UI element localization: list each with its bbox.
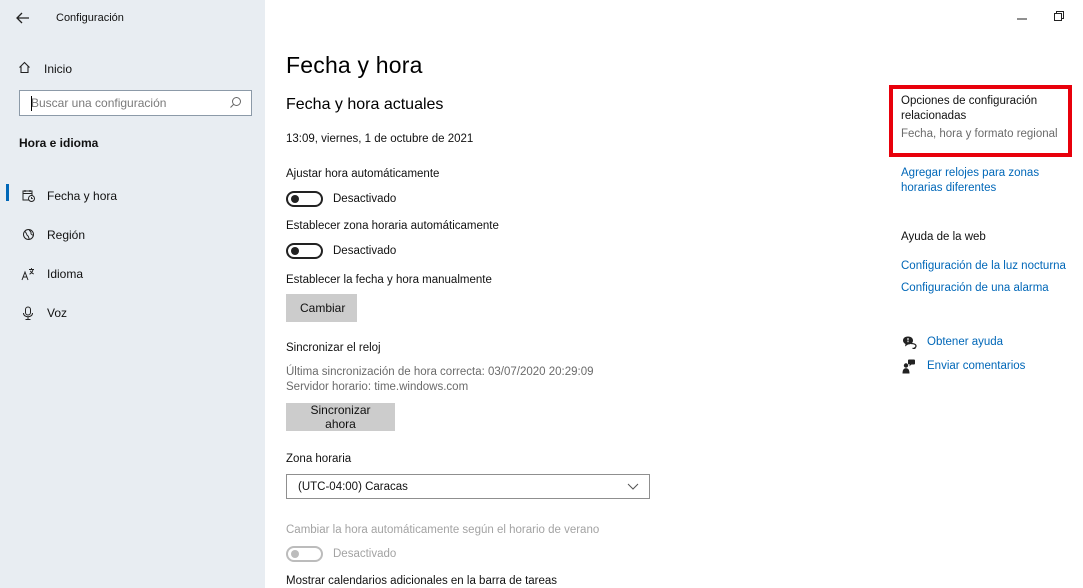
- timezone-label: Zona horaria: [286, 453, 352, 465]
- web-help-heading: Ayuda de la web: [901, 231, 986, 243]
- auto-timezone-state: Desactivado: [333, 245, 397, 257]
- auto-timezone-toggle[interactable]: [286, 243, 323, 259]
- auto-time-toggle[interactable]: [286, 191, 323, 207]
- dst-state: Desactivado: [333, 548, 397, 560]
- related-settings-heading: Opciones de configuración relacionadas: [901, 95, 1038, 122]
- feedback-row[interactable]: Enviar comentarios: [901, 358, 1025, 374]
- restore-icon[interactable]: [1053, 10, 1065, 25]
- auto-time-label: Ajustar hora automáticamente: [286, 168, 440, 180]
- add-clocks-link[interactable]: Agregar relojes para zonas horarias dife…: [901, 166, 1081, 196]
- text-caret: [31, 96, 32, 111]
- feedback-person-icon: [901, 358, 917, 374]
- get-help-link[interactable]: Obtener ayuda: [927, 336, 1003, 348]
- sidebar-item-label: Fecha y hora: [47, 188, 118, 203]
- auto-timezone-toggle-row: Desactivado: [286, 243, 396, 259]
- auto-time-toggle-row: Desactivado: [286, 191, 396, 207]
- toggle-knob: [291, 550, 299, 558]
- microphone-icon: [21, 306, 35, 320]
- get-help-row[interactable]: Obtener ayuda: [901, 334, 1003, 350]
- search-icon[interactable]: [229, 96, 242, 112]
- toggle-knob: [291, 247, 299, 255]
- night-light-link[interactable]: Configuración de la luz nocturna: [901, 259, 1081, 274]
- dst-toggle-row: Desactivado: [286, 546, 396, 562]
- sidebar-item-region[interactable]: Región: [0, 215, 265, 254]
- app-title: Configuración: [56, 12, 124, 24]
- search-input[interactable]: [20, 92, 220, 114]
- time-server-text: Servidor horario: time.windows.com: [286, 381, 469, 393]
- send-feedback-link[interactable]: Enviar comentarios: [927, 360, 1025, 372]
- home-icon: [18, 61, 31, 77]
- date-time-icon: [21, 189, 35, 203]
- auto-timezone-label: Establecer zona horaria automáticamente: [286, 220, 499, 232]
- auto-time-state: Desactivado: [333, 193, 397, 205]
- extra-calendars-label: Mostrar calendarios adicionales en la ba…: [286, 575, 558, 587]
- sidebar-item-label: Región: [47, 227, 86, 242]
- sidebar-item-label: Idioma: [47, 266, 84, 281]
- alarm-link[interactable]: Configuración de una alarma: [901, 281, 1081, 296]
- home-nav-item[interactable]: Inicio: [18, 60, 72, 78]
- current-datetime-heading: Fecha y hora actuales: [286, 96, 444, 113]
- sidebar-item-label: Voz: [47, 305, 68, 320]
- chevron-down-icon: [627, 481, 639, 494]
- search-box[interactable]: [19, 90, 252, 116]
- section-heading: Hora e idioma: [19, 136, 99, 150]
- toggle-knob: [291, 195, 299, 203]
- home-label: Inicio: [44, 62, 73, 76]
- last-sync-text: Última sincronización de hora correcta: …: [286, 366, 594, 378]
- minimize-icon[interactable]: [1016, 10, 1028, 25]
- sidebar-item-fecha-y-hora[interactable]: Fecha y hora: [0, 176, 265, 215]
- sidebar-nav: Fecha y hora Región Idioma Voz: [0, 176, 265, 332]
- language-icon: [21, 267, 35, 281]
- dst-label: Cambiar la hora automáticamente según el…: [286, 524, 600, 536]
- title-bar: Configuración: [0, 0, 265, 36]
- sidebar-item-idioma[interactable]: Idioma: [0, 254, 265, 293]
- timezone-select[interactable]: (UTC-04:00) Caracas: [286, 474, 650, 499]
- sidebar-item-voz[interactable]: Voz: [0, 293, 265, 332]
- back-arrow-icon[interactable]: [14, 10, 32, 26]
- change-button[interactable]: Cambiar: [286, 294, 357, 322]
- sync-now-button[interactable]: Sincronizar ahora: [286, 403, 395, 431]
- regional-format-link[interactable]: Fecha, hora y formato regional: [901, 128, 1058, 140]
- sync-heading: Sincronizar el reloj: [286, 342, 381, 354]
- dst-toggle: [286, 546, 323, 562]
- timezone-value: (UTC-04:00) Caracas: [298, 480, 408, 493]
- current-datetime: 13:09, viernes, 1 de octubre de 2021: [286, 133, 474, 145]
- region-icon: [21, 228, 35, 242]
- sidebar: Configuración Inicio Hora e idioma Fecha…: [0, 0, 265, 588]
- page-title: Fecha y hora: [286, 52, 423, 78]
- help-chat-icon: [901, 334, 917, 350]
- manual-datetime-label: Establecer la fecha y hora manualmente: [286, 274, 492, 286]
